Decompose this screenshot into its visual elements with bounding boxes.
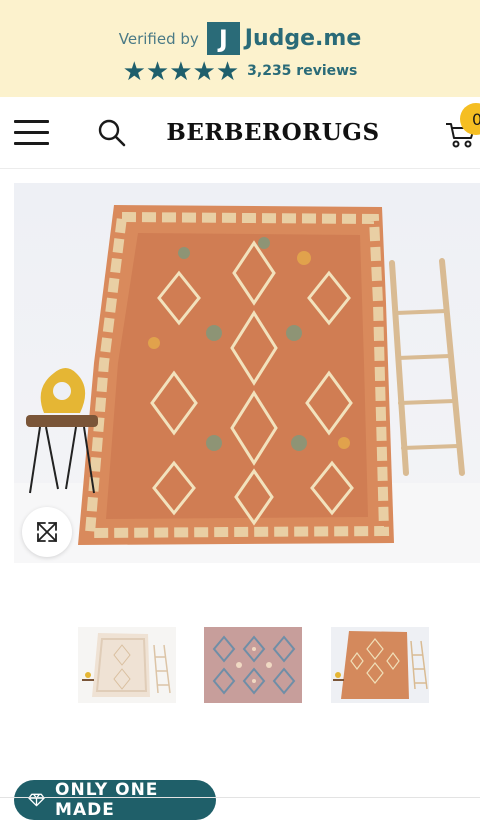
rating-row: ★★★★★ 3,235 reviews: [0, 58, 480, 84]
only-one-made-badge: ONLY ONE MADE: [14, 780, 216, 820]
judgeme-brand-name: Judge.me: [244, 26, 362, 51]
judgeme-banner[interactable]: Verified by J Judge.me ★★★★★ 3,235 revie…: [0, 0, 480, 97]
expand-icon: [37, 522, 57, 542]
diamond-icon: [28, 793, 45, 807]
zoom-button[interactable]: [22, 507, 72, 557]
judgeme-logo: J Judge.me: [206, 22, 362, 55]
rug-photo: [14, 183, 480, 563]
product-main-image[interactable]: [14, 183, 480, 563]
cart-count: 0: [472, 109, 480, 129]
verified-row: Verified by J Judge.me: [0, 22, 480, 55]
thumbnail-2-image: [204, 627, 302, 703]
judgeme-logo-mark: J: [206, 22, 240, 55]
reviews-count[interactable]: 3,235 reviews: [247, 63, 357, 79]
thumbnail-1[interactable]: [78, 627, 176, 703]
thumbnail-2[interactable]: [204, 627, 302, 703]
thumbnail-3[interactable]: [331, 627, 429, 703]
verified-by-text: Verified by: [118, 29, 199, 48]
bottom-divider: [0, 797, 480, 798]
rating-stars-icon: ★★★★★: [122, 56, 240, 86]
thumbnail-1-image: [78, 627, 176, 703]
site-logo[interactable]: BERBERORUGS: [0, 119, 480, 146]
thumbnail-3-image: [331, 627, 429, 703]
badge-label: ONLY ONE MADE: [55, 780, 159, 820]
site-header: BERBERORUGS: [0, 97, 480, 169]
